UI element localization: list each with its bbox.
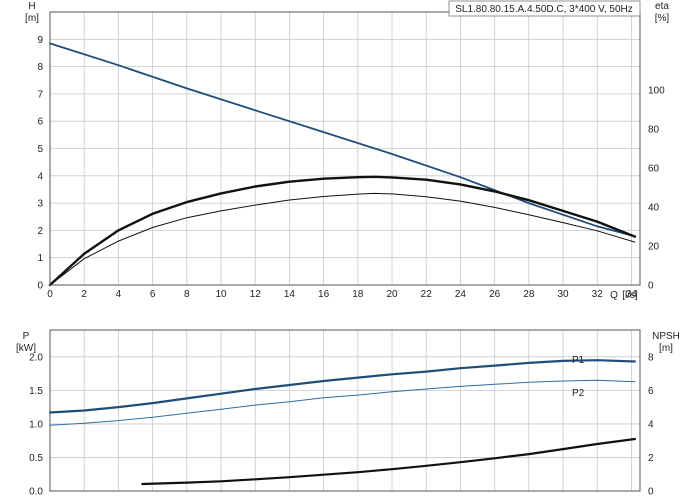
x-tick-label: 10 [215, 289, 227, 300]
top-y2-tick-label: 60 [648, 164, 660, 175]
bottom-y2-tick-label: 6 [648, 386, 654, 397]
bottom-y-tick-label: 1.5 [29, 386, 43, 397]
top-panel-grid [49, 12, 640, 286]
top-panel-series [48, 42, 637, 287]
top-y-tick-label: 4 [37, 171, 43, 182]
top-y-tick-label: 1 [37, 253, 43, 264]
p2-power-curve [49, 379, 636, 426]
top-y-tick-label: 6 [37, 117, 43, 128]
x-tick-label: 12 [250, 289, 262, 300]
top-y-tick-label: 2 [37, 226, 43, 237]
efficiency-curve-1 [48, 175, 637, 287]
chart-title: SL1.80.80.15.A.4.50D.C, 3*400 V, 50Hz [455, 4, 633, 15]
x-tick-label: 18 [352, 289, 364, 300]
bottom-y2-tick-label: 8 [648, 352, 654, 363]
bottom-y-tick-label: 1.0 [29, 419, 43, 430]
bottom-y-unit: [kW] [16, 343, 36, 354]
x-tick-label: 28 [523, 289, 535, 300]
top-y-unit: [m] [25, 13, 39, 24]
x-tick-label: 14 [284, 289, 296, 300]
bottom-y-label: P [23, 331, 30, 342]
top-y2-tick-label: 80 [648, 125, 660, 136]
x-tick-label: 6 [150, 289, 156, 300]
legend-p2: P2 [572, 388, 585, 399]
bottom-y-tick-label: 0.0 [29, 487, 43, 498]
bottom-panel-series [48, 359, 637, 486]
legend-p1: P1 [572, 355, 585, 366]
x-tick-label: 2 [81, 289, 87, 300]
x-tick-label: 22 [421, 289, 433, 300]
bottom-panel-ticks: 0.00.51.01.52.002468 [29, 352, 654, 497]
top-y-tick-label: 3 [37, 199, 43, 210]
x-tick-label: 30 [557, 289, 569, 300]
bottom-y2-tick-label: 2 [648, 453, 654, 464]
top-y2-tick-label: 20 [648, 242, 660, 253]
pump-performance-chart: 0 2 4 6 8 10 12 14 16 18 20 22 24 26 28 30 32 34012345678… [16, 0, 680, 498]
x-tick-label: 20 [386, 289, 398, 300]
bottom-panel-grid [49, 330, 640, 492]
top-y2-tick-label: 0 [648, 281, 654, 292]
x-axis-unit: [l/s] [622, 290, 638, 301]
bottom-y2-tick-label: 4 [648, 419, 654, 430]
x-tick-label: 0 [47, 289, 53, 300]
top-y-tick-label: 0 [37, 281, 43, 292]
top-y-tick-label: 8 [37, 62, 43, 73]
x-tick-label: 32 [592, 289, 604, 300]
top-y2-tick-label: 100 [648, 86, 665, 97]
bottom-panel-frame [49, 329, 641, 492]
top-y-tick-label: 5 [37, 144, 43, 155]
x-tick-label: 26 [489, 289, 501, 300]
x-tick-label: 16 [318, 289, 330, 300]
x-tick-label: 8 [184, 289, 190, 300]
top-y2-label: eta [655, 1, 669, 12]
npsh-curve [141, 437, 637, 486]
bottom-y2-label: NPSH [652, 331, 680, 342]
top-y-label: H [28, 1, 35, 12]
top-y-tick-label: 7 [37, 89, 43, 100]
bottom-y-tick-label: 0.5 [29, 453, 43, 464]
bottom-y2-tick-label: 0 [648, 487, 654, 498]
top-y-tick-label: 9 [37, 35, 43, 46]
x-axis-label: Q [610, 290, 618, 301]
head-curve [49, 42, 636, 238]
p1-power-curve [48, 359, 637, 414]
top-panel-ticks: 0 2 4 6 8 10 12 14 16 18 20 22 24 26 28 30 32 34012345678… [37, 35, 665, 300]
bottom-y2-unit: [m] [659, 343, 673, 354]
x-tick-label: 4 [116, 289, 122, 300]
top-y2-unit: [%] [655, 13, 670, 24]
top-y2-tick-label: 40 [648, 203, 660, 214]
x-tick-label: 24 [455, 289, 467, 300]
